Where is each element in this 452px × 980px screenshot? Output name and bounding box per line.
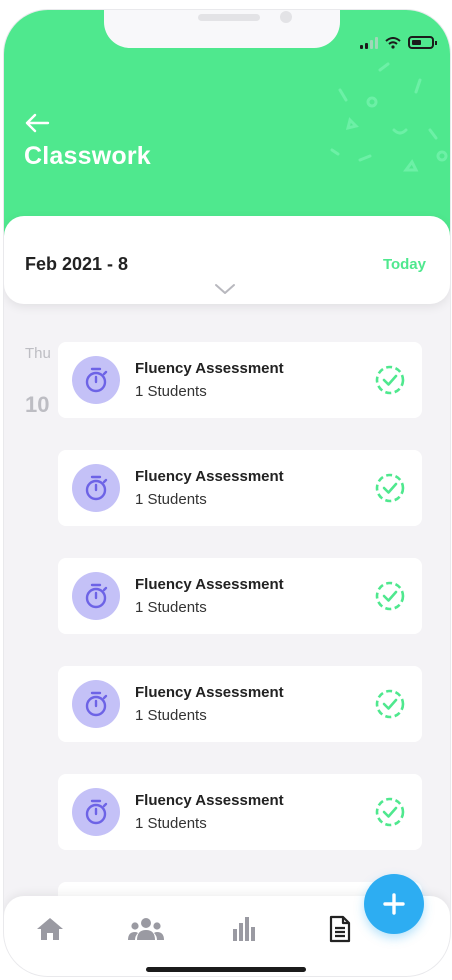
date-selector[interactable]: Feb 2021 - 8 Today — [4, 216, 450, 304]
document-icon — [329, 915, 351, 943]
assignment-students: 1 Students — [135, 707, 207, 724]
assignment-title: Fluency Assessment — [135, 360, 284, 377]
device-notch — [104, 10, 340, 48]
day-number: 10 — [25, 392, 50, 417]
assignment-card[interactable]: Fluency Assessment 1 Students — [58, 774, 422, 850]
check-circle-icon — [375, 581, 405, 611]
weekday-label: Thu — [25, 345, 51, 362]
check-circle-icon — [375, 797, 405, 827]
bar-chart-icon — [233, 917, 255, 941]
back-button[interactable] — [24, 110, 52, 136]
home-icon — [37, 918, 63, 940]
check-circle-icon — [375, 365, 405, 395]
check-circle-icon — [375, 689, 405, 719]
stopwatch-icon — [72, 464, 120, 512]
assignment-title: Fluency Assessment — [135, 792, 284, 809]
tab-home[interactable] — [30, 912, 70, 946]
page-title: Classwork — [24, 142, 151, 170]
tab-people[interactable] — [126, 912, 166, 946]
stopwatch-icon — [72, 356, 120, 404]
tab-classwork[interactable] — [320, 912, 360, 946]
assignment-card[interactable]: Fluency Assessment 1 Students — [58, 558, 422, 634]
today-button[interactable]: Today — [383, 256, 426, 273]
status-bar — [360, 36, 437, 49]
confetti-decoration — [330, 62, 448, 172]
stopwatch-icon — [72, 788, 120, 836]
assignment-title: Fluency Assessment — [135, 684, 284, 701]
assignment-card[interactable]: Fluency Assessment 1 Students — [58, 342, 422, 418]
plus-icon — [383, 893, 405, 915]
assignment-title: Fluency Assessment — [135, 576, 284, 593]
signal-icon — [360, 36, 378, 49]
chevron-down-icon[interactable] — [214, 282, 236, 296]
assignment-students: 1 Students — [135, 599, 207, 616]
phone-screen: Classwork Feb 2021 - 8 Today Thu 10 Flue… — [4, 10, 450, 976]
add-button[interactable] — [364, 874, 424, 934]
battery-icon — [408, 36, 437, 49]
wifi-icon — [385, 36, 401, 49]
assignment-students: 1 Students — [135, 815, 207, 832]
stopwatch-icon — [72, 572, 120, 620]
assignment-students: 1 Students — [135, 383, 207, 400]
header: Classwork — [4, 10, 450, 250]
assignment-card[interactable]: Fluency Assessment 1 Students — [58, 450, 422, 526]
assignment-card[interactable]: Fluency Assessment 1 Students — [58, 666, 422, 742]
stopwatch-icon — [72, 680, 120, 728]
people-icon — [128, 918, 164, 940]
assignment-students: 1 Students — [135, 491, 207, 508]
tab-reports[interactable] — [224, 912, 264, 946]
assignment-title: Fluency Assessment — [135, 468, 284, 485]
home-indicator — [146, 967, 306, 972]
arrow-left-icon — [25, 113, 50, 133]
date-label[interactable]: Feb 2021 - 8 — [25, 254, 128, 275]
check-circle-icon — [375, 473, 405, 503]
